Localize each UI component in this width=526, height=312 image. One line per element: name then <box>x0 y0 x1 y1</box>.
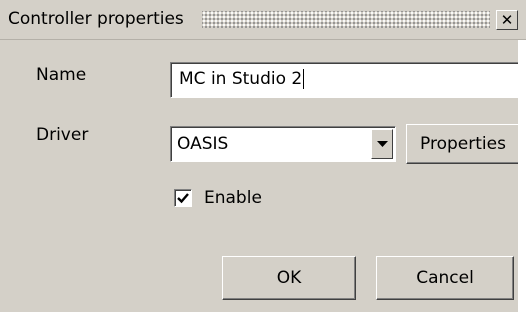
enable-checkbox[interactable] <box>174 189 192 207</box>
driver-dropdown-button[interactable] <box>371 129 393 159</box>
close-icon: ✕ <box>500 10 514 29</box>
driver-select-value: OASIS <box>177 134 229 154</box>
window-edge <box>518 40 526 312</box>
text-caret <box>303 69 305 89</box>
ok-button[interactable]: OK <box>222 256 356 300</box>
cancel-button-label: Cancel <box>416 268 474 288</box>
cancel-button[interactable]: Cancel <box>376 256 514 300</box>
name-input[interactable]: MC in Studio 2 <box>170 62 520 98</box>
chevron-down-icon <box>376 140 388 147</box>
window-title: Controller properties <box>8 8 188 30</box>
title-bar[interactable]: Controller properties ✕ <box>0 0 526 40</box>
name-label: Name <box>36 65 87 85</box>
check-icon <box>177 193 189 204</box>
enable-label: Enable <box>204 188 262 208</box>
driver-label: Driver <box>36 125 89 145</box>
ok-button-label: OK <box>276 268 302 288</box>
properties-button[interactable]: Properties <box>406 124 520 164</box>
properties-button-label: Properties <box>420 134 506 154</box>
name-input-value: MC in Studio 2 <box>179 69 303 89</box>
driver-select[interactable]: OASIS <box>170 126 396 162</box>
title-grip-pattern <box>202 11 490 28</box>
controller-properties-dialog: Controller properties ✕ Name MC in Studi… <box>0 0 526 312</box>
close-button[interactable]: ✕ <box>496 10 518 30</box>
